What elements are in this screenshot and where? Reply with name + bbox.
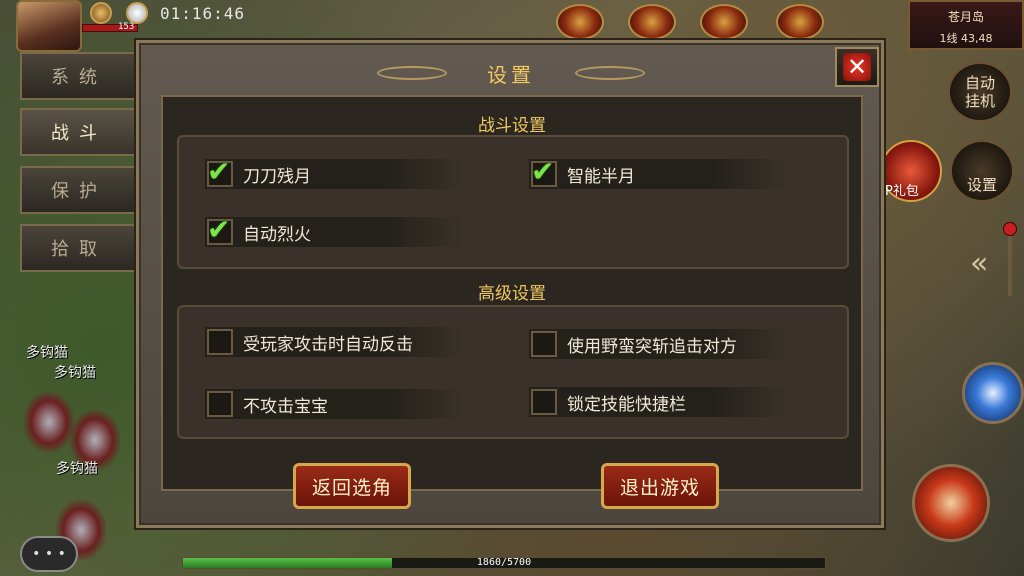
option-auto-counterattack[interactable]: 受玩家攻击时自动反击 <box>205 327 465 357</box>
option-zidong-liehuo[interactable]: ✔ 自动烈火 <box>205 213 465 247</box>
settings-dialog: 设置 ✕ 战斗设置 ✔ 刀刀残月 ✔ 智能半月 ✔ 自动烈火 高级设置 受玩家攻… <box>136 40 884 528</box>
checkbox[interactable] <box>207 329 233 355</box>
option-zhineng-banyue[interactable]: ✔ 智能半月 <box>529 155 789 189</box>
option-barbaric-dash-pursue[interactable]: 使用野蛮突斩追击对方 <box>529 329 789 359</box>
hp-text: 153 <box>118 22 135 32</box>
monster-name: 多钩猫 <box>26 345 68 361</box>
vip-gift-label: P礼包 <box>885 184 919 199</box>
skill-lightning-icon[interactable] <box>962 362 1024 424</box>
tab-combat[interactable]: 战斗 <box>20 108 136 156</box>
settings-label: 设置 <box>966 176 997 194</box>
dialog-header: 设置 <box>151 51 871 95</box>
checkbox[interactable]: ✔ <box>207 213 233 246</box>
title-ornament-left <box>377 66 447 80</box>
monster-sprite[interactable] <box>24 392 74 452</box>
tab-system[interactable]: 系统 <box>20 52 136 100</box>
dialog-title: 设置 <box>487 62 535 87</box>
advanced-section-title: 高级设置 <box>478 284 546 304</box>
option-label: 不攻击宝宝 <box>243 396 328 417</box>
option-lock-skill-bar[interactable]: 锁定技能快捷栏 <box>529 387 789 417</box>
checkbox[interactable] <box>207 391 233 417</box>
settings-gear-button[interactable]: 设置 <box>950 140 1014 202</box>
advanced-section: 受玩家攻击时自动反击 使用野蛮突斩追击对方 不攻击宝宝 锁定技能快捷栏 <box>177 305 849 439</box>
option-daodao-canyue[interactable]: ✔ 刀刀残月 <box>205 155 465 189</box>
option-label: 使用野蛮突斩追击对方 <box>567 336 737 357</box>
checkbox[interactable] <box>531 389 557 415</box>
monster-name: 多钩猫 <box>54 365 96 381</box>
checkbox[interactable]: ✔ <box>531 155 557 188</box>
exit-game-button[interactable]: 退出游戏 <box>601 463 719 509</box>
exp-text: 1860/5700 <box>476 557 532 568</box>
option-label: 锁定技能快捷栏 <box>567 394 686 415</box>
option-label: 自动烈火 <box>243 224 311 245</box>
option-label: 刀刀残月 <box>243 166 311 187</box>
tab-pickup[interactable]: 拾取 <box>20 224 136 272</box>
player-portrait[interactable] <box>16 0 82 52</box>
exp-bar: 1860/5700 <box>182 557 826 569</box>
clock: 01:16:46 <box>160 4 246 23</box>
alarm-clock-icon[interactable] <box>126 2 148 24</box>
option-label: 受玩家攻击时自动反击 <box>243 334 413 355</box>
checkbox[interactable]: ✔ <box>207 155 233 188</box>
chevron-left-icon[interactable]: « <box>970 246 988 281</box>
chat-button[interactable]: • • • <box>20 536 78 572</box>
option-dont-attack-pets[interactable]: 不攻击宝宝 <box>205 389 465 419</box>
map-coordinates: 1线 43,48 <box>939 32 993 45</box>
speech-bubble-icon: • • • <box>32 546 66 562</box>
attack-sword-icon[interactable] <box>912 464 990 542</box>
event-icon[interactable] <box>700 4 748 40</box>
back-to-character-select-button[interactable]: 返回选角 <box>293 463 411 509</box>
map-name: 苍月岛 <box>947 10 984 24</box>
zoom-slider-handle[interactable] <box>1003 222 1017 236</box>
minimap-box[interactable]: 苍月岛 1线 43,48 <box>908 0 1024 50</box>
activity-icon[interactable] <box>556 4 604 40</box>
tab-protect[interactable]: 保护 <box>20 166 136 214</box>
checkbox[interactable] <box>531 331 557 357</box>
checkmark-icon: ✔ <box>207 155 231 188</box>
auto-hunt-button[interactable]: 自动 挂机 <box>948 62 1012 122</box>
close-button[interactable]: ✕ <box>835 47 879 87</box>
top-hud: 153 01:16:46 苍月岛 1线 43,48 <box>0 0 1024 52</box>
monster-name: 多钩猫 <box>56 461 98 477</box>
combat-section-title: 战斗设置 <box>478 116 546 136</box>
close-x-icon: ✕ <box>843 53 871 81</box>
shop-icon[interactable] <box>628 4 676 40</box>
option-label: 智能半月 <box>567 166 635 187</box>
checkmark-icon: ✔ <box>531 155 555 188</box>
settings-panel: 战斗设置 ✔ 刀刀残月 ✔ 智能半月 ✔ 自动烈火 高级设置 受玩家攻击时自动反… <box>161 95 863 491</box>
reward-icon[interactable] <box>776 4 824 40</box>
zoom-slider-track[interactable] <box>1008 226 1012 296</box>
checkmark-icon: ✔ <box>207 213 231 246</box>
buff-icon[interactable] <box>90 2 112 24</box>
combat-section: ✔ 刀刀残月 ✔ 智能半月 ✔ 自动烈火 <box>177 135 849 269</box>
title-ornament-right <box>575 66 645 80</box>
